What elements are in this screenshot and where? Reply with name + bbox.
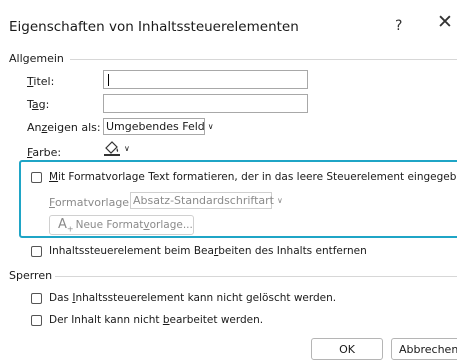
chevron-down-icon: ∨: [207, 122, 214, 131]
color-label: Farbe:: [27, 146, 62, 159]
cancel-button[interactable]: Abbrechen: [391, 338, 457, 360]
show-as-value: Umgebendes Feld: [106, 120, 205, 133]
title-label: Titel:: [27, 75, 55, 88]
style-label: Formatvorlage:: [49, 196, 133, 209]
new-style-button[interactable]: A+ Neue Formatvorlage...: [49, 215, 194, 235]
tag-label: Tag:: [27, 98, 50, 111]
color-picker-button[interactable]: ∨: [103, 139, 133, 157]
no-delete-label: Das Inhaltssteuerelement kann nicht gelö…: [49, 292, 337, 304]
title-input[interactable]: [103, 70, 308, 89]
locking-separator: [55, 276, 457, 277]
remove-checkbox[interactable]: [31, 246, 42, 257]
ok-button[interactable]: OK: [311, 338, 383, 360]
general-group-label: Allgemein: [9, 52, 64, 65]
tag-input[interactable]: [103, 94, 308, 113]
show-as-label: Anzeigen als:: [27, 121, 101, 134]
locking-group-label: Sperren: [9, 269, 53, 282]
no-edit-label: Der Inhalt kann nicht bearbeitet werden.: [49, 314, 264, 326]
paint-bucket-icon: [104, 141, 120, 156]
new-style-label: Neue Formatvorlage...: [75, 219, 193, 231]
format-checkbox[interactable]: [31, 172, 42, 183]
chevron-down-icon: ∨: [124, 143, 130, 153]
dialog-title: Eigenschaften von Inhaltssteuerelementen: [9, 19, 299, 35]
no-edit-checkbox[interactable]: [31, 315, 42, 326]
general-separator: [70, 59, 457, 60]
help-button[interactable]: ?: [395, 18, 402, 34]
no-delete-checkbox[interactable]: [31, 293, 42, 304]
chevron-down-icon: ∨: [276, 196, 283, 205]
show-as-select[interactable]: Umgebendes Feld ∨: [103, 118, 214, 135]
style-value: Absatz-Standardschriftart: [133, 194, 274, 207]
style-select[interactable]: Absatz-Standardschriftart ∨: [130, 192, 283, 209]
format-checkbox-label: Mit Formatvorlage Text formatieren, der …: [49, 171, 457, 183]
remove-checkbox-label: Inhaltssteuerelement beim Bearbeiten des…: [49, 245, 367, 257]
close-icon[interactable]: ✕: [437, 13, 453, 32]
new-style-icon: A+: [58, 216, 74, 234]
text-caret: [108, 74, 109, 86]
